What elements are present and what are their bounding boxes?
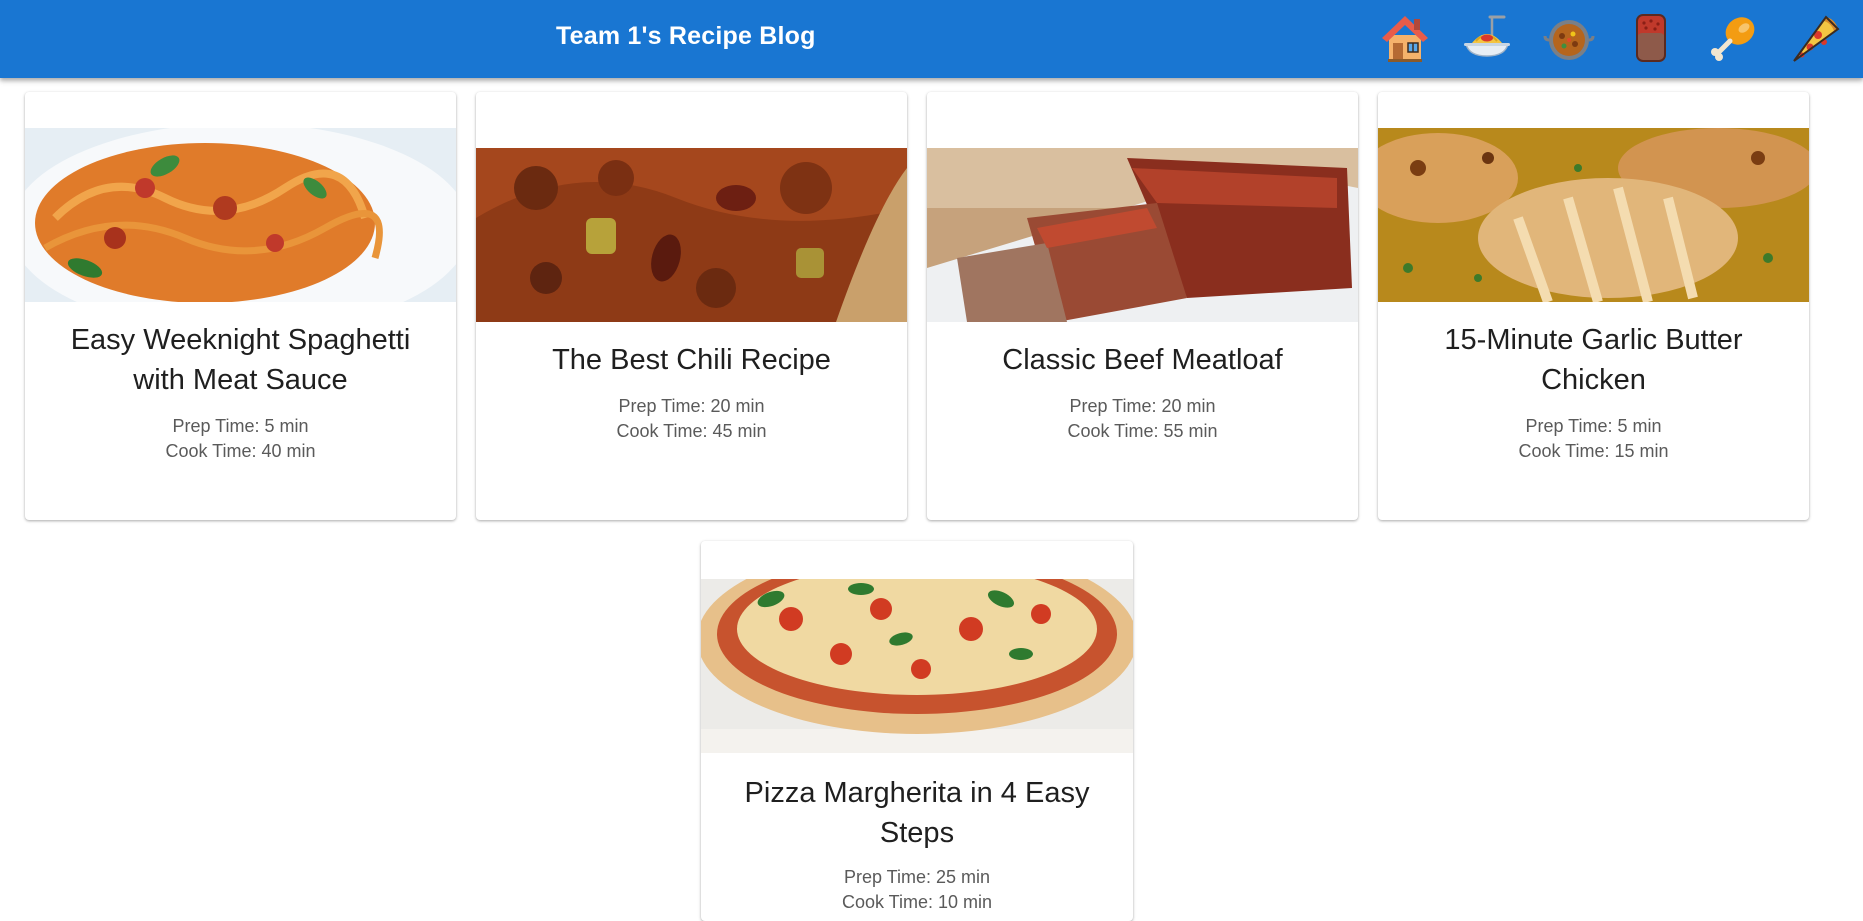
nav-spaghetti-button[interactable] [1460,10,1514,66]
recipe-times: Prep Time: 20 min Cook Time: 45 min [476,394,907,444]
nav-pizza-button[interactable] [1788,10,1842,66]
recipe-image-chili [476,148,907,322]
recipe-title: Easy Weeknight Spaghetti with Meat Sauce [70,324,411,396]
cook-time: Cook Time: 40 min [165,441,316,461]
recipe-times: Prep Time: 5 min Cook Time: 40 min [25,414,456,464]
meatloaf-icon [1636,14,1666,62]
prep-time: Prep Time: 20 min [618,396,765,416]
recipe-image-spaghetti [25,128,456,302]
cook-time: Cook Time: 10 min [841,892,993,912]
recipe-title: The Best Chili Recipe [552,344,831,376]
recipe-card[interactable]: Easy Weeknight Spaghetti with Meat Sauce… [25,92,456,520]
pizza-icon [1793,15,1840,62]
recipe-title: Classic Beef Meatloaf [1002,344,1283,376]
recipe-times: Prep Time: 5 min Cook Time: 15 min [1378,414,1809,464]
prep-time: Prep Time: 25 min [843,867,991,887]
house-icon [1382,16,1428,62]
recipe-title: 15-Minute Garlic Butter Chicken [1444,324,1743,396]
recipe-card[interactable]: The Best Chili Recipe Prep Time: 20 min … [476,92,907,520]
cook-time: Cook Time: 55 min [1067,421,1218,441]
recipe-card[interactable]: 15-Minute Garlic Butter Chicken Prep Tim… [1378,92,1809,520]
category-nav [1378,10,1842,66]
recipe-times: Prep Time: 25 min Cook Time: 10 min [701,865,1133,915]
spaghetti-icon [1464,15,1510,57]
poultry-leg-icon [1711,17,1755,61]
nav-chili-button[interactable] [1542,10,1596,66]
recipe-title: Pizza Margherita in 4 Easy Steps [744,777,1090,849]
prep-time: Prep Time: 5 min [1525,416,1662,436]
site-title[interactable]: Team 1's Recipe Blog [556,22,816,51]
nav-home-button[interactable] [1378,10,1432,66]
app-bar: Team 1's Recipe Blog [0,0,1863,78]
recipe-image-meatloaf [927,148,1358,322]
recipe-card[interactable]: Classic Beef Meatloaf Prep Time: 20 min … [927,92,1358,520]
prep-time: Prep Time: 20 min [1069,396,1216,416]
stew-icon [1543,20,1595,60]
prep-time: Prep Time: 5 min [172,416,309,436]
cook-time: Cook Time: 45 min [616,421,767,441]
recipe-image-pizza [701,579,1133,753]
nav-chicken-button[interactable] [1706,10,1760,66]
nav-meatloaf-button[interactable] [1624,10,1678,66]
cook-time: Cook Time: 15 min [1518,441,1669,461]
recipe-card[interactable]: Pizza Margherita in 4 Easy Steps Prep Ti… [701,541,1133,921]
recipe-image-chicken [1378,128,1809,302]
recipe-times: Prep Time: 20 min Cook Time: 55 min [927,394,1358,444]
